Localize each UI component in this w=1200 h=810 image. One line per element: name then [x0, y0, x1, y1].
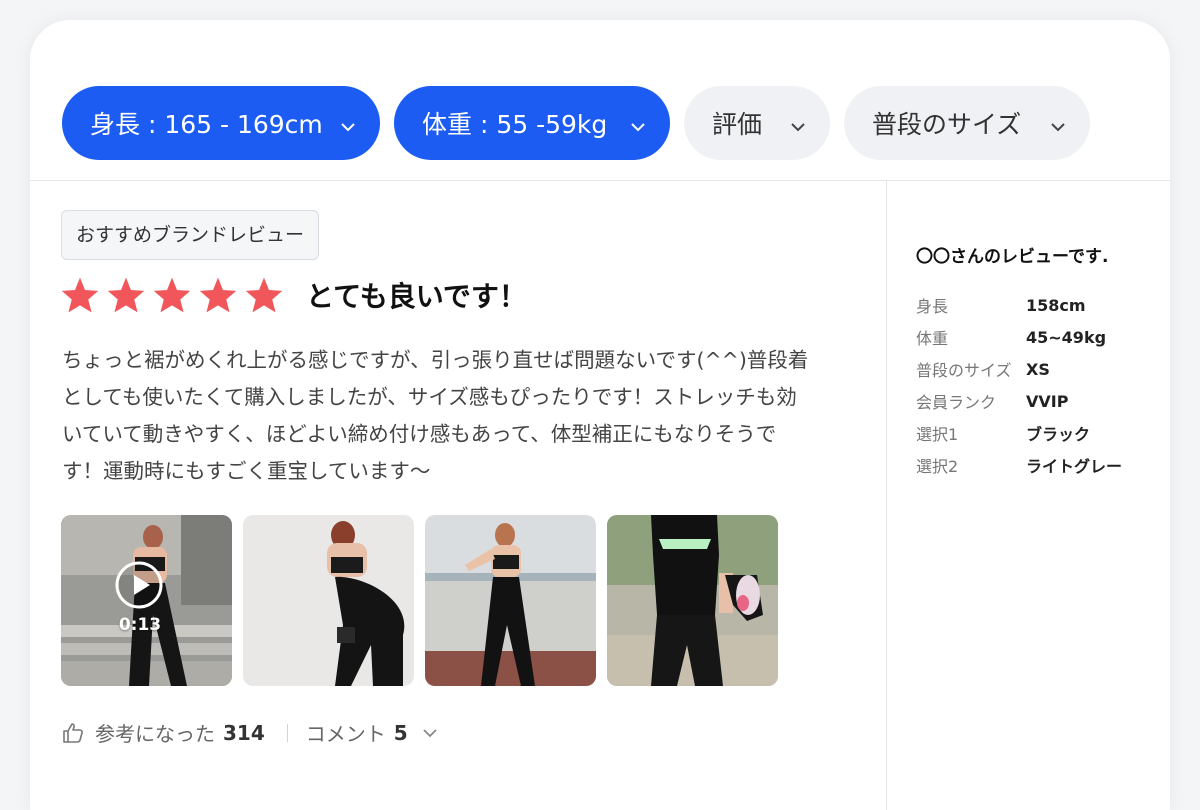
review-actions: 参考になった 314 コメント 5 [61, 718, 438, 747]
filter-bar: 身長 : 165 - 169cm 体重 : 55 -59kg 評価 普段のサイズ [62, 86, 1090, 160]
chevron-down-icon [1036, 109, 1066, 138]
reviewer-info-panel: 〇〇さんのレビューです. 身長 158cm 体重 45~49kg 普段のサイズ … [916, 242, 1156, 481]
review-video-thumbnail[interactable]: 0:13 [61, 515, 232, 686]
reviewer-info-row: 身長 158cm [916, 289, 1156, 321]
review-card: 身長 : 165 - 169cm 体重 : 55 -59kg 評価 普段のサイズ… [30, 20, 1170, 810]
play-icon[interactable] [114, 560, 164, 610]
workout-photo-image [243, 515, 414, 686]
filter-weight-label: 体重 : 55 -59kg [422, 110, 608, 139]
filter-rating-label: 評価 [712, 110, 763, 139]
filter-height-label: 身長 : 165 - 169cm [90, 110, 323, 139]
star-icon [199, 277, 237, 313]
info-label: 選択1 [916, 425, 959, 444]
action-separator [286, 723, 288, 742]
review-body: ちょっと裾がめくれ上がる感じですが、引っ張り直せば問題ないです(^^)普段着 と… [62, 342, 852, 490]
reviewer-title: 〇〇さんのレビューです. [916, 247, 1109, 267]
review-body-line: ちょっと裾がめくれ上がる感じですが、引っ張り直せば問題ないです(^^)普段着 [62, 348, 809, 372]
chevron-down-icon[interactable] [422, 728, 438, 738]
info-label: 会員ランク [916, 393, 997, 412]
rating-row: とても良いです！ [60, 275, 527, 315]
info-label: 普段のサイズ [916, 361, 1012, 380]
horizontal-divider [30, 180, 1170, 181]
helpful-label[interactable]: 参考になった [95, 718, 215, 747]
filter-weight-chip[interactable]: 体重 : 55 -59kg [394, 86, 670, 160]
review-body-line: いていて動きやすく、ほどよい締め付け感もあって、体型補正にもなりそうで [62, 422, 777, 446]
reviewer-info-row: 選択2 ライトグレー [916, 449, 1156, 481]
star-rating [60, 276, 284, 314]
info-value: VVIP [1026, 391, 1069, 411]
info-value: 45~49kg [1026, 327, 1107, 347]
info-value: ライトグレー [1026, 457, 1123, 476]
info-value: 158cm [1026, 295, 1086, 315]
filter-rating-chip[interactable]: 評価 [684, 86, 830, 160]
workout-photo-image [425, 515, 596, 686]
reviewer-info-row: 会員ランク VVIP [916, 385, 1156, 417]
info-label: 身長 [916, 297, 949, 316]
workout-photo-image [607, 515, 778, 686]
thumbs-up-icon[interactable] [61, 721, 85, 745]
chevron-down-icon [776, 109, 806, 138]
review-title: とても良いです！ [306, 280, 527, 313]
vertical-divider [886, 180, 887, 810]
video-duration: 0:13 [118, 615, 162, 635]
recommended-brand-badge: おすすめブランドレビュー [61, 210, 320, 260]
comment-count: 5 [393, 720, 408, 745]
reviewer-info-row: 体重 45~49kg [916, 321, 1156, 353]
filter-size-chip[interactable]: 普段のサイズ [844, 86, 1090, 160]
review-body-line: としても使いたくて購入しましたが、サイズ感もぴったりです！ストレッチも効 [62, 385, 797, 409]
chevron-down-icon [326, 109, 356, 138]
chevron-down-icon [616, 109, 646, 138]
filter-size-label: 普段のサイズ [872, 110, 1022, 139]
star-icon [245, 277, 283, 313]
star-icon [153, 277, 191, 313]
review-body-line: す！運動時にもすごく重宝しています〜 [62, 459, 431, 483]
info-label: 選択2 [916, 457, 959, 476]
review-media: 0:13 [61, 515, 778, 686]
review-photo[interactable] [607, 515, 778, 686]
reviewer-info-row: 普段のサイズ XS [916, 353, 1156, 385]
info-value: XS [1026, 359, 1050, 379]
star-icon [61, 277, 99, 313]
comment-label[interactable]: コメント [306, 718, 386, 747]
review-photo[interactable] [425, 515, 596, 686]
info-label: 体重 [916, 329, 949, 348]
reviewer-info-row: 選択1 ブラック [916, 417, 1156, 449]
review-photo[interactable] [243, 515, 414, 686]
star-icon [107, 277, 145, 313]
info-value: ブラック [1026, 425, 1091, 444]
helpful-count: 314 [223, 720, 265, 745]
filter-height-chip[interactable]: 身長 : 165 - 169cm [62, 86, 380, 160]
